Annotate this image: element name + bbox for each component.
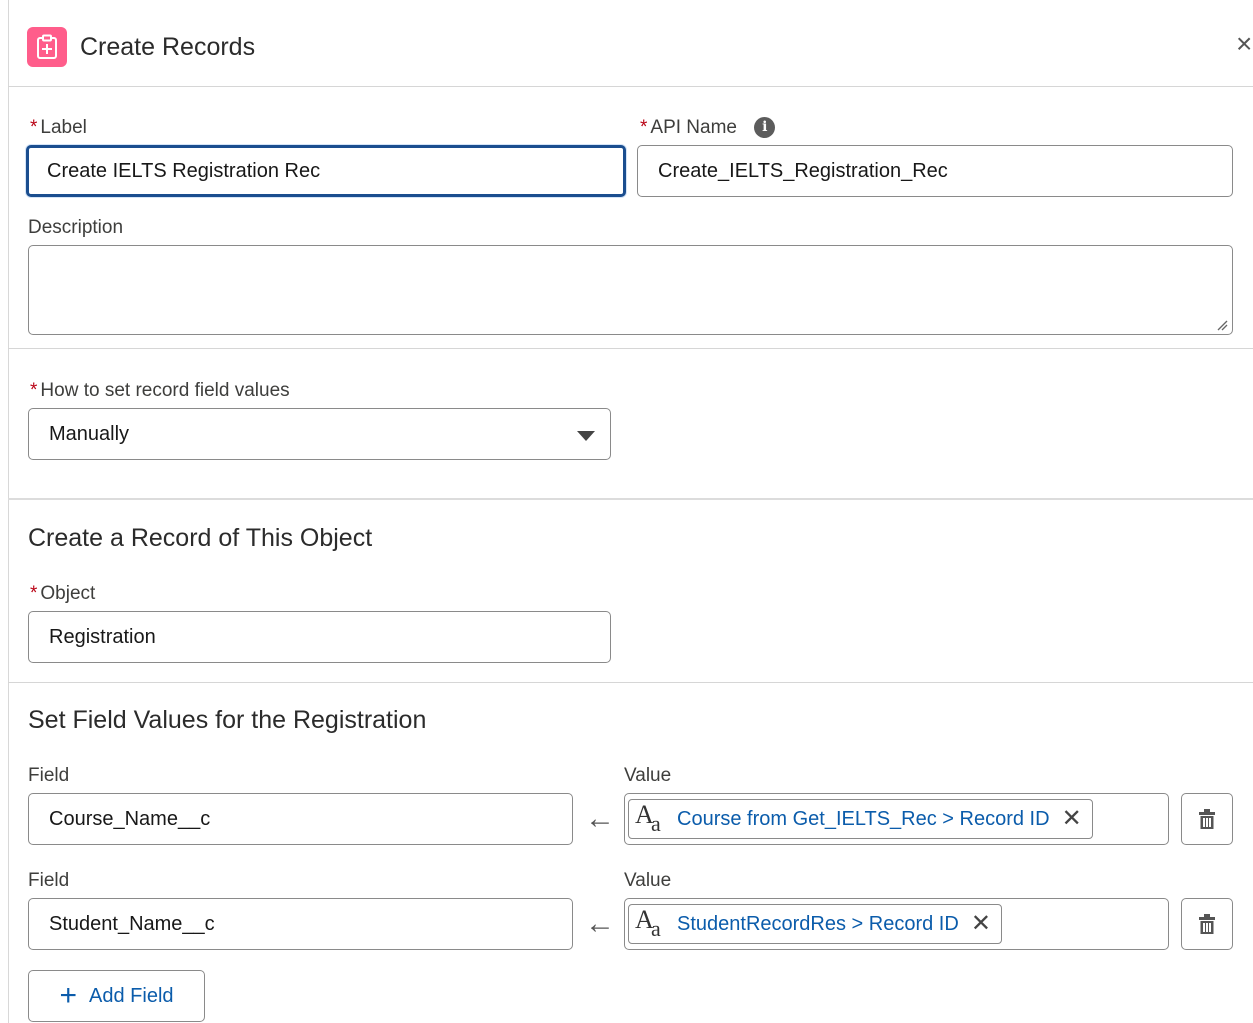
object-section-title: Create a Record of This Object (28, 524, 373, 552)
delete-row-button[interactable] (1181, 793, 1233, 845)
chevron-down-icon[interactable] (577, 431, 595, 441)
panel-title: Create Records (80, 33, 256, 61)
close-icon[interactable]: × (1236, 30, 1252, 58)
arrow-left-icon: ← (585, 802, 615, 835)
value-label: Value (624, 765, 672, 786)
divider (8, 348, 1253, 349)
label-field-label: * Label (30, 117, 87, 138)
description-textarea[interactable] (28, 245, 1233, 335)
api-name-field-label: * API Name i (640, 117, 776, 139)
object-input[interactable]: Registration (28, 611, 611, 663)
plus-icon: + (59, 979, 78, 1012)
divider (8, 682, 1253, 683)
text-resource-icon: Aa (635, 800, 661, 836)
how-to-set-label: * How to set record field values (30, 380, 290, 401)
arrow-left-icon: ← (585, 907, 615, 940)
required-marker: * (30, 583, 38, 604)
delete-row-button[interactable] (1181, 898, 1233, 950)
resize-grip-icon[interactable] (1216, 319, 1228, 331)
value-label: Value (624, 870, 672, 891)
field-label: Field (28, 870, 70, 891)
how-to-set-select[interactable]: Manually (28, 408, 611, 460)
value-pill-text: StudentRecordRes > Record ID (677, 912, 959, 935)
value-pill[interactable]: Aa Course from Get_IELTS_Rec > Record ID… (628, 799, 1093, 839)
divider (8, 86, 1253, 87)
add-field-label: Add Field (89, 984, 174, 1007)
description-label: Description (28, 217, 124, 238)
field-label: Field (28, 765, 70, 786)
create-records-icon (27, 27, 67, 67)
divider (8, 498, 1253, 500)
close-icon[interactable]: ✕ (1062, 807, 1082, 831)
value-pill-text: Course from Get_IELTS_Rec > Record ID (677, 807, 1050, 830)
field-values-section-title: Set Field Values for the Registration (28, 706, 427, 734)
add-field-button[interactable]: + Add Field (28, 970, 205, 1022)
field-input[interactable]: Student_Name__c (28, 898, 573, 950)
required-marker: * (30, 117, 38, 138)
field-input[interactable]: Course_Name__c (28, 793, 573, 845)
required-marker: * (30, 380, 38, 401)
required-marker: * (640, 117, 648, 138)
api-name-input[interactable]: Create_IELTS_Registration_Rec (637, 145, 1233, 197)
close-icon[interactable]: ✕ (971, 912, 991, 936)
trash-icon (1199, 809, 1215, 829)
value-pill[interactable]: Aa StudentRecordRes > Record ID ✕ (628, 904, 1002, 944)
label-input[interactable]: Create IELTS Registration Rec (26, 145, 626, 197)
info-icon[interactable]: i (754, 117, 776, 139)
text-resource-icon: Aa (635, 905, 661, 941)
object-label: * Object (30, 583, 96, 604)
trash-icon (1199, 914, 1215, 934)
